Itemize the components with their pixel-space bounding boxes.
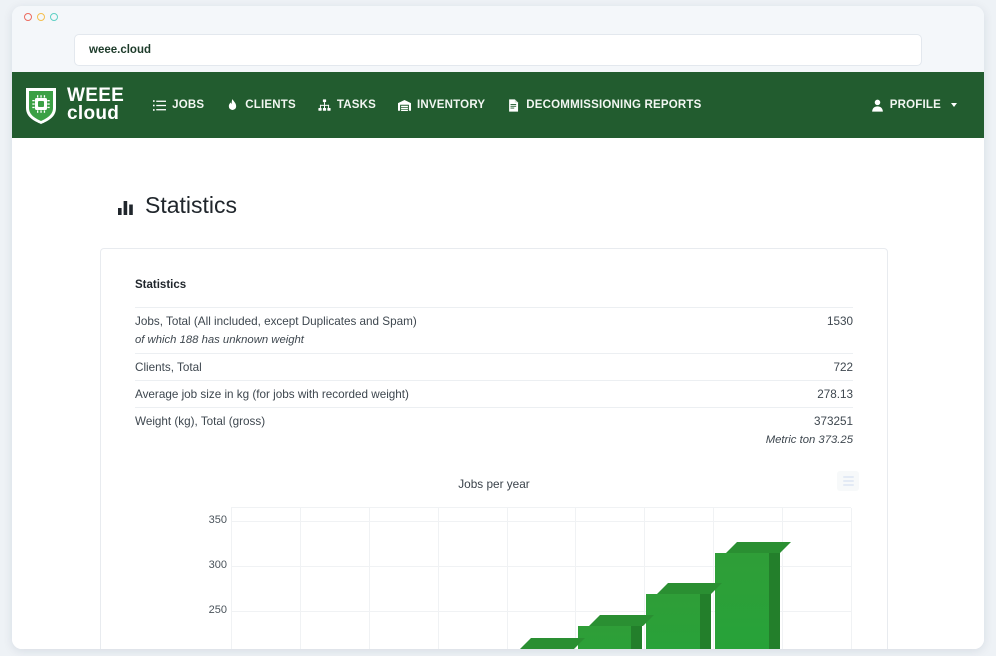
chart-bar-top: [520, 638, 585, 649]
table-row: Weight (kg), Total (gross) 373251: [135, 407, 853, 434]
file-document-icon: [507, 99, 520, 112]
chart-gridline-vertical: [507, 508, 508, 649]
sitemap-icon: [318, 99, 331, 112]
fire-icon: [226, 99, 239, 112]
brand-line-2: cloud: [67, 105, 124, 123]
chart-gridline-vertical: [851, 508, 852, 649]
chart-gridline-horizontal: [231, 521, 851, 522]
browser-urlbar-row: weee.cloud: [12, 28, 984, 72]
nav-item-decommissioning-reports[interactable]: DECOMMISSIONING REPORTS: [496, 91, 712, 120]
brand-logo[interactable]: WEEE cloud: [18, 85, 124, 125]
chart-bar[interactable]: [578, 626, 632, 649]
stat-subtext: of which 188 has unknown weight: [135, 334, 853, 353]
page-title: Statistics: [118, 192, 984, 219]
statistics-card-heading: Statistics: [135, 279, 853, 291]
chart-y-tick-label: 300: [209, 559, 227, 571]
table-row: Clients, Total 722: [135, 353, 853, 380]
nav-item-jobs[interactable]: JOBS: [142, 91, 215, 120]
stat-label: Weight (kg), Total (gross): [135, 415, 265, 428]
jobs-per-year-chart: Jobs per year Amount 200250300350 208234…: [135, 471, 853, 649]
nav-item-profile[interactable]: PROFILE: [860, 91, 968, 120]
chart-gridline-vertical: [231, 508, 232, 649]
app-viewport: WEEE cloud JOBS CLIENTS: [12, 72, 984, 649]
chart-bar-front: [646, 594, 700, 649]
shield-chip-icon: [24, 85, 58, 125]
nav-item-decommissioning-reports-label: DECOMMISSIONING REPORTS: [526, 99, 701, 111]
chart-gridline-vertical: [713, 508, 714, 649]
statistics-card: Statistics Jobs, Total (All included, ex…: [100, 248, 888, 649]
chart-gridline-vertical: [438, 508, 439, 649]
chart-plot-area: Amount 200250300350 208234269315192: [181, 507, 853, 649]
nav-item-clients-label: CLIENTS: [245, 99, 296, 111]
stat-subtext: Metric ton 373.25: [135, 434, 853, 453]
nav-item-inventory-label: INVENTORY: [417, 99, 485, 111]
chart-y-tick-label: 350: [209, 514, 227, 526]
stat-value: 373251: [814, 415, 853, 428]
chart-gridline-vertical: [300, 508, 301, 649]
stat-label: Clients, Total: [135, 361, 202, 374]
chart-bar[interactable]: [715, 553, 769, 649]
chart-bar-top: [589, 615, 654, 626]
chart-title: Jobs per year: [135, 471, 853, 491]
browser-titlebar: [12, 6, 984, 28]
chart-gridline-vertical: [575, 508, 576, 649]
stat-label: Average job size in kg (for jobs with re…: [135, 388, 409, 401]
brand-text: WEEE cloud: [67, 87, 124, 123]
stat-value: 1530: [827, 315, 853, 328]
tasks-list-icon: [153, 99, 166, 112]
bar-chart-icon: [118, 197, 136, 215]
nav-item-profile-label: PROFILE: [890, 99, 941, 111]
warehouse-icon: [398, 99, 411, 112]
address-bar[interactable]: weee.cloud: [74, 34, 922, 66]
user-icon: [871, 99, 884, 112]
chart-bar-top: [726, 542, 791, 553]
chart-grid: 208234269315192: [231, 507, 851, 649]
stat-label: Jobs, Total (All included, except Duplic…: [135, 315, 417, 328]
chart-gridline-vertical: [644, 508, 645, 649]
chevron-down-icon: [951, 103, 957, 107]
window-minimize-dot[interactable]: [37, 13, 45, 21]
address-bar-text: weee.cloud: [89, 44, 151, 56]
window-maximize-dot[interactable]: [50, 13, 58, 21]
window-close-dot[interactable]: [24, 13, 32, 21]
stat-value: 722: [833, 361, 853, 374]
page-title-text: Statistics: [145, 192, 237, 219]
chart-menu-icon[interactable]: [837, 471, 859, 491]
nav-item-clients[interactable]: CLIENTS: [215, 91, 307, 120]
table-row: Jobs, Total (All included, except Duplic…: [135, 307, 853, 334]
chart-gridline-vertical: [782, 508, 783, 649]
chart-bar-front: [578, 626, 632, 649]
chart-bar-front: [715, 553, 769, 649]
chart-gridline-vertical: [369, 508, 370, 649]
main-navbar: WEEE cloud JOBS CLIENTS: [12, 72, 984, 138]
chart-y-tick-label: 250: [209, 604, 227, 616]
nav-item-tasks-label: TASKS: [337, 99, 376, 111]
page-content: Statistics Statistics Jobs, Total (All i…: [12, 192, 984, 649]
chart-y-axis-ticks: 200250300350: [187, 507, 227, 649]
nav-item-inventory[interactable]: INVENTORY: [387, 91, 496, 120]
stat-value: 278.13: [817, 388, 853, 401]
nav-item-jobs-label: JOBS: [172, 99, 204, 111]
browser-window: weee.cloud: [12, 6, 984, 649]
chart-bar-side: [769, 542, 780, 649]
table-row: Average job size in kg (for jobs with re…: [135, 380, 853, 407]
nav-item-tasks[interactable]: TASKS: [307, 91, 387, 120]
nav-menu: JOBS CLIENTS TASKS: [142, 91, 968, 120]
chart-bar[interactable]: [646, 594, 700, 649]
